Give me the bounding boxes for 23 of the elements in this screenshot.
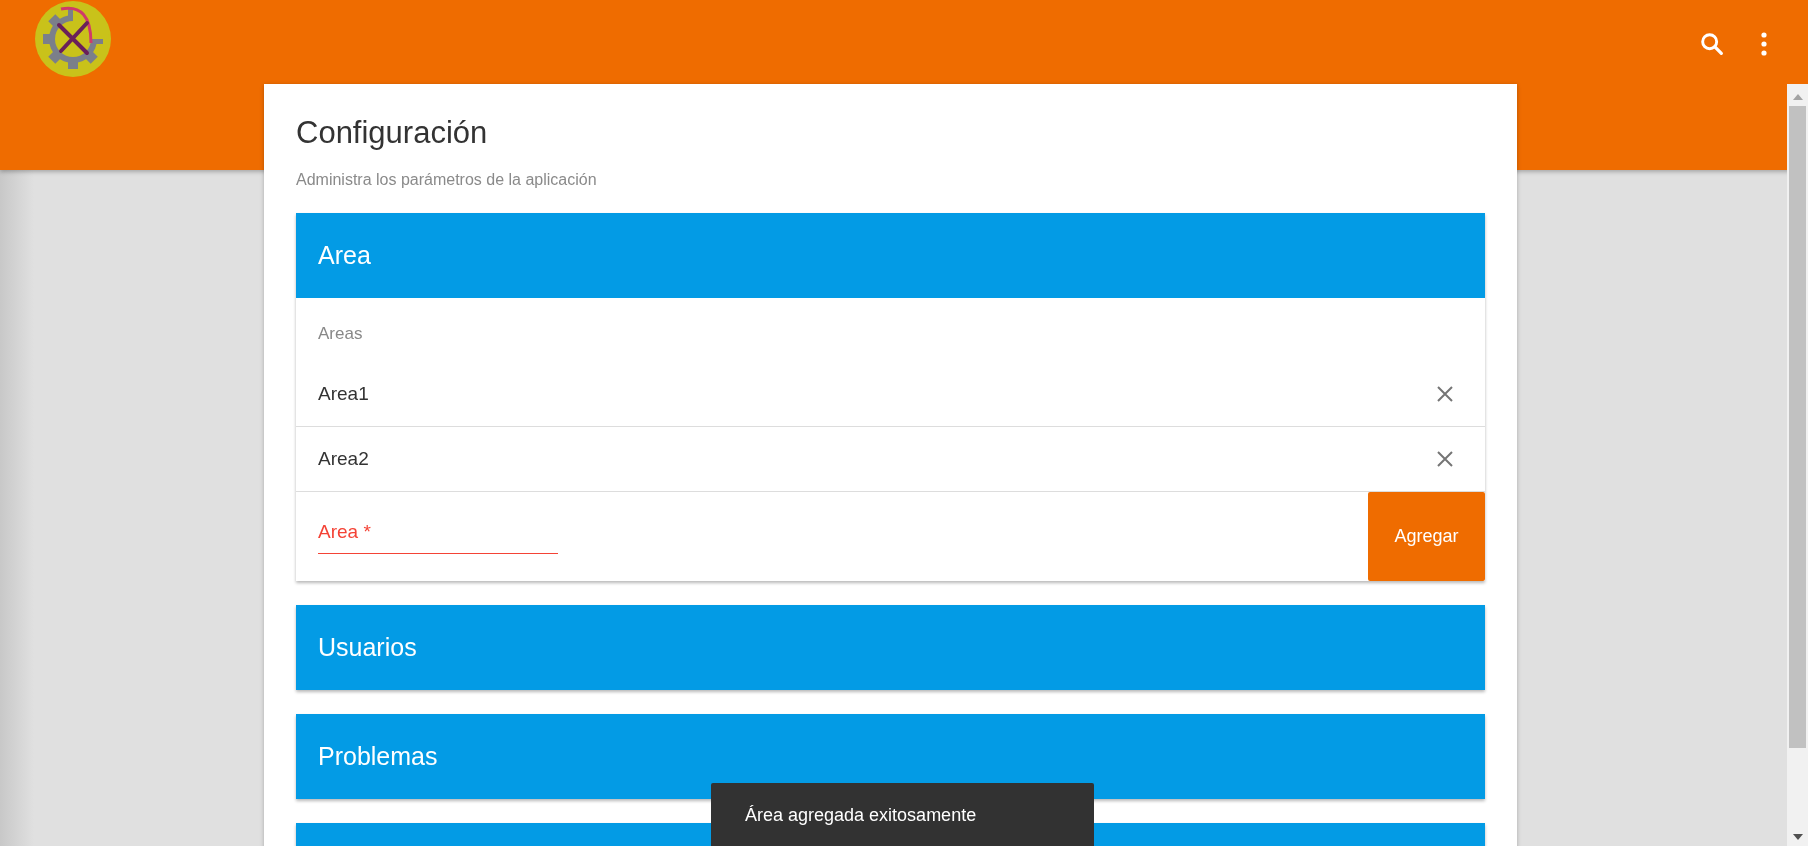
page-title: Configuración [296, 114, 489, 151]
scrollbar-thumb[interactable] [1789, 106, 1806, 748]
more-menu-icon[interactable] [1760, 32, 1768, 56]
list-label: Areas [317, 323, 364, 345]
list-item: Area1 [318, 383, 369, 405]
panel-title: Problemas [318, 742, 438, 771]
panel-title: Area [318, 241, 371, 270]
close-icon[interactable] [1435, 384, 1455, 404]
panel-header[interactable]: Problemas [296, 714, 1485, 799]
search-icon[interactable] [1698, 30, 1726, 58]
list-item: Area2 [318, 448, 369, 470]
logo-icon[interactable] [33, 0, 113, 79]
panel-header[interactable]: Area [296, 213, 1485, 298]
area-input-field[interactable]: Area * [318, 516, 558, 554]
panel-header[interactable]: Usuarios [296, 605, 1485, 690]
page-subtitle: Administra los parámetros de la aplicación [296, 171, 598, 189]
panel-title: Usuarios [318, 633, 417, 662]
add-button[interactable]: Agregar [1368, 492, 1485, 581]
snackbar-message: Área agregada exitosamente [745, 805, 977, 825]
scroll-down-icon[interactable] [1792, 834, 1803, 840]
scroll-up-icon[interactable] [1792, 94, 1803, 100]
close-icon[interactable] [1435, 449, 1455, 469]
scrollbar[interactable] [1787, 84, 1808, 846]
